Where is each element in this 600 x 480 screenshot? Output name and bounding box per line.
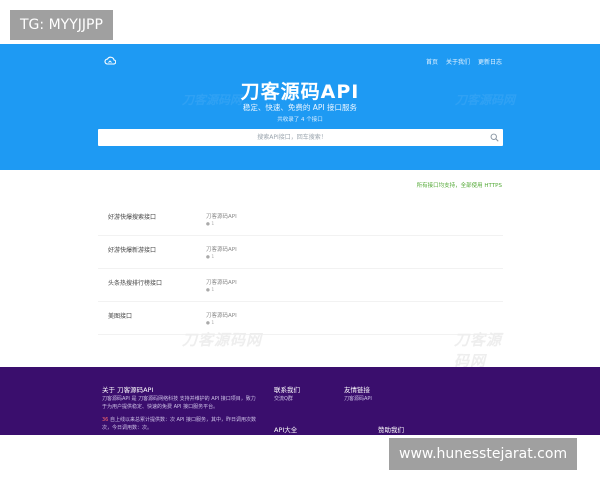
footer: 关于 刀客源码API 刀客源码API 是 刀客源码网络科技 支持并维护的 API… (0, 367, 600, 435)
telegram-tag-overlay: TG: MYYJJPP (10, 10, 113, 40)
api-meta: ● 1 (206, 288, 215, 293)
api-name[interactable]: 好游快爆新游接口 (108, 245, 156, 254)
footer-about-line2: 于为用户提供稳定、快速的免费 API 接口服务平台。 (102, 404, 219, 410)
api-source: 刀客源码API (206, 247, 237, 253)
cloud-logo-icon[interactable] (104, 56, 116, 66)
api-source: 刀客源码API (206, 313, 237, 319)
footer-contact-title: 联系我们 (274, 386, 300, 394)
footer-api-all-title: API大全 (274, 426, 298, 434)
page-subtitle: 稳定、快速、免费的 API 接口服务 (242, 103, 358, 112)
nav-item-home[interactable]: 首页 (426, 57, 438, 66)
api-list-item[interactable]: 好游快爆新游接口 刀客源码API ● 1 (98, 236, 503, 269)
footer-stats-line1: 36 自上线以来总累计提供数：次 API 接口服务，其中，昨日调用次数 (102, 416, 256, 424)
search-input[interactable] (98, 129, 486, 146)
footer-about-title: 关于 刀客源码API (102, 386, 154, 394)
stats-number: 36 (102, 417, 109, 423)
footer-stats-line2: 次，今日调用数：次。 (102, 425, 153, 431)
api-source: 刀客源码API (206, 280, 237, 286)
nav-item-about[interactable]: 关于我们 (446, 57, 470, 66)
list-watermark-right: 刀客源码网 (454, 331, 503, 370)
search-icon[interactable] (490, 133, 499, 142)
footer-sponsor-title: 赞助我们 (378, 426, 404, 434)
api-meta: ● 1 (206, 321, 215, 326)
api-meta: ● 1 (206, 222, 215, 227)
footer-links-title: 友情链接 (344, 386, 370, 394)
api-count-text: 共收录了 4 个接口 (277, 117, 323, 123)
api-list-item[interactable]: 美图接口 刀客源码API ● 1 (98, 302, 503, 335)
api-name[interactable]: 美图接口 (108, 311, 132, 320)
api-list-item[interactable]: 好游快爆搜索接口 刀客源码API ● 1 (98, 203, 503, 236)
footer-about-line1: 刀客源码API 是 刀客源码网络科技 支持并维护的 API 接口项目，致力 (102, 396, 256, 402)
website-url-overlay: www.hunesstejarat.com (389, 438, 578, 470)
api-name[interactable]: 好游快爆搜索接口 (108, 212, 156, 221)
api-source: 刀客源码API (206, 214, 237, 220)
api-list-item[interactable]: 头条热搜排行榜接口 刀客源码API ● 1 (98, 269, 503, 302)
api-list: 好游快爆搜索接口 刀客源码API ● 1 好游快爆新游接口 刀客源码API ● … (98, 203, 503, 370)
stats-text: 自上线以来总累计提供数：次 API 接口服务，其中，昨日调用次数 (109, 417, 257, 423)
api-name[interactable]: 头条热搜排行榜接口 (108, 278, 162, 287)
https-notice: 所有接口均支持，全部使用 HTTPS (416, 183, 502, 189)
hero-banner: 首页 关于我们 更新日志 刀客源码网 刀客源码网 刀客源码API 稳定、快速、免… (0, 44, 600, 170)
search-bar (98, 129, 503, 146)
nav-item-changelog[interactable]: 更新日志 (478, 57, 502, 66)
top-nav: 首页 关于我们 更新日志 (426, 57, 502, 66)
footer-contact-qq-group[interactable]: 交流Q群 (274, 395, 293, 403)
api-meta: ● 1 (206, 255, 215, 260)
list-watermark-left: 刀客源码网 (182, 331, 263, 349)
page-title: 刀客源码API (240, 81, 360, 103)
footer-link-item[interactable]: 刀客源码API (344, 395, 372, 403)
